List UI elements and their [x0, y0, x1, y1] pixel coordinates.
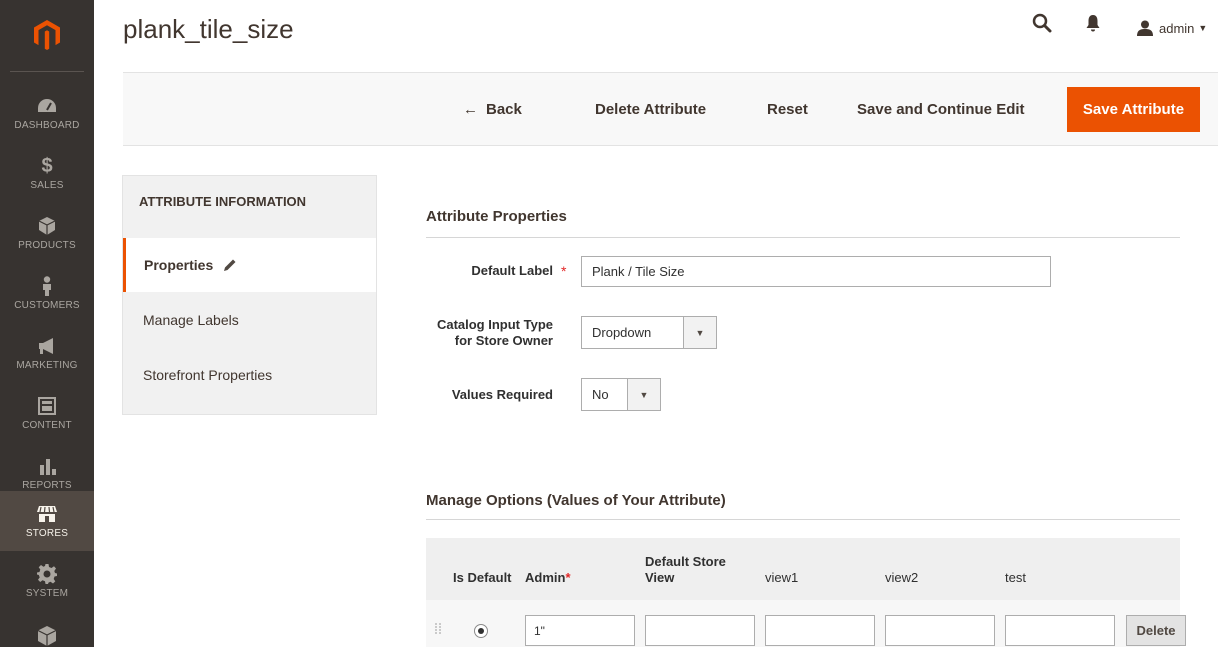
table-row: Delete	[426, 600, 1186, 647]
chevron-down-icon: ▼	[1198, 23, 1208, 33]
attribute-properties-title: Attribute Properties	[426, 208, 567, 225]
option-view2-input[interactable]	[885, 615, 995, 646]
magento-logo-icon[interactable]	[0, 0, 94, 70]
select-value: No	[592, 387, 609, 402]
page-title: plank_tile_size	[123, 14, 294, 44]
label-line: Default Store	[645, 554, 726, 569]
option-admin-input[interactable]	[525, 615, 635, 646]
nav-item-label: MARKETING	[16, 360, 78, 371]
column-header-admin: Admin*	[525, 570, 571, 586]
label-line: for Store Owner	[454, 333, 553, 348]
option-default-store-input[interactable]	[645, 615, 755, 646]
nav-item-label: CONTENT	[22, 420, 72, 431]
delete-attribute-button[interactable]: Delete Attribute	[595, 96, 706, 122]
nav-item-stores[interactable]: STORES	[0, 491, 94, 551]
save-attribute-button[interactable]: Save Attribute	[1067, 87, 1200, 132]
nav-item-label: SYSTEM	[25, 588, 69, 599]
page-actions-bar: ← Back Delete Attribute Reset Save and C…	[123, 73, 1218, 146]
is-default-radio[interactable]	[474, 624, 488, 638]
nav-item-customers[interactable]: CUSTOMERS	[0, 263, 94, 323]
nav-item-label: PRODUCTS	[18, 240, 76, 251]
person-icon	[35, 275, 59, 297]
save-and-continue-button[interactable]: Save and Continue Edit	[857, 96, 1025, 122]
arrow-left-icon: ←	[463, 100, 478, 118]
catalog-input-type-label: Catalog Input Type for Store Owner	[410, 317, 553, 349]
tabs-title: ATTRIBUTE INFORMATION	[139, 194, 307, 209]
tab-properties[interactable]: Properties	[123, 238, 376, 292]
chevron-down-icon: ▼	[627, 379, 660, 410]
search-icon	[1032, 13, 1052, 38]
nav-item-label: SALES	[30, 180, 64, 191]
admin-username: admin	[1159, 20, 1195, 36]
bell-icon	[1086, 14, 1100, 37]
nav-item-extensions[interactable]	[0, 617, 94, 647]
notifications-button[interactable]	[1086, 14, 1100, 37]
required-indicator: *	[561, 263, 567, 279]
megaphone-icon	[35, 335, 59, 357]
nav-item-sales[interactable]: $ SALES	[0, 143, 94, 203]
tab-manage-labels[interactable]: Manage Labels	[123, 293, 376, 347]
drag-handle-icon[interactable]	[434, 622, 442, 636]
nav-item-content[interactable]: CONTENT	[0, 383, 94, 443]
dollar-icon: $	[41, 154, 53, 177]
nav-item-label: DASHBOARD	[14, 120, 80, 131]
column-header-test: test	[1005, 570, 1026, 585]
tab-label: Storefront Properties	[143, 367, 273, 383]
nav-item-label: CUSTOMERS	[14, 300, 80, 311]
nav-item-dashboard[interactable]: DASHBOARD	[0, 83, 94, 143]
admin-user-menu[interactable]: admin ▼	[1137, 20, 1207, 36]
layout-icon	[35, 395, 59, 417]
nav-item-label: REPORTS	[22, 480, 72, 491]
reset-button[interactable]: Reset	[767, 96, 808, 122]
user-icon	[1137, 20, 1153, 36]
required-indicator: *	[565, 570, 571, 585]
delete-option-button[interactable]: Delete	[1126, 615, 1186, 646]
section-divider	[426, 237, 1180, 238]
column-header-default-store-view: Default Store View	[645, 554, 726, 586]
section-divider	[426, 519, 1180, 520]
chevron-down-icon: ▼	[683, 317, 716, 348]
tab-storefront-properties[interactable]: Storefront Properties	[123, 348, 376, 402]
values-required-select[interactable]: No ▼	[581, 378, 661, 411]
pencil-icon	[223, 258, 237, 272]
option-test-input[interactable]	[1005, 615, 1115, 646]
bar-chart-icon	[35, 455, 59, 477]
label-line: View	[645, 570, 675, 585]
cube-icon	[35, 625, 59, 647]
manage-options-title: Manage Options (Values of Your Attribute…	[426, 492, 726, 509]
default-label-label: Default Label	[471, 263, 553, 278]
column-header-is-default: Is Default	[453, 570, 512, 585]
select-value: Dropdown	[592, 325, 652, 340]
storefront-icon	[35, 503, 59, 525]
attribute-tabs: ATTRIBUTE INFORMATION Properties Manage …	[122, 175, 377, 415]
dashboard-icon	[35, 95, 59, 117]
cube-icon	[35, 215, 59, 237]
back-button[interactable]: ← Back	[463, 96, 522, 122]
admin-sidebar: DASHBOARD $ SALES PRODUCTS CUSTOMERS MAR…	[0, 0, 94, 647]
tab-label: Manage Labels	[143, 312, 239, 328]
values-required-label: Values Required	[451, 387, 553, 402]
default-label-input[interactable]	[581, 256, 1051, 287]
nav-divider	[10, 71, 84, 72]
back-button-label: Back	[486, 100, 522, 118]
nav-item-label: STORES	[25, 528, 69, 539]
nav-item-products[interactable]: PRODUCTS	[0, 203, 94, 263]
global-search-button[interactable]	[1032, 13, 1052, 38]
nav-item-system[interactable]: SYSTEM	[0, 551, 94, 611]
nav-item-marketing[interactable]: MARKETING	[0, 323, 94, 383]
column-header-label: Admin	[525, 570, 566, 585]
column-header-view2: view2	[885, 570, 919, 585]
options-table: Is Default Admin* Default Store View vie…	[426, 538, 1186, 647]
label-line: Catalog Input Type	[436, 317, 553, 332]
gear-icon	[35, 563, 59, 585]
column-header-view1: view1	[765, 570, 799, 585]
tab-label: Properties	[144, 257, 214, 273]
catalog-input-type-select[interactable]: Dropdown ▼	[581, 316, 717, 349]
option-view1-input[interactable]	[765, 615, 875, 646]
